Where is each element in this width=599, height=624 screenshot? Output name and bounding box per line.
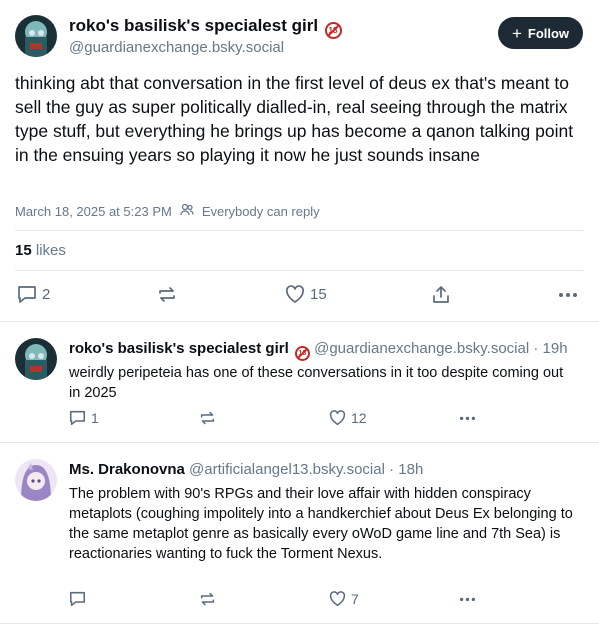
like-count: 7: [351, 591, 359, 607]
likes-stat[interactable]: 15 likes: [15, 242, 66, 259]
divider: [15, 230, 584, 231]
author-handle[interactable]: @guardianexchange.bsky.social: [69, 39, 284, 56]
post-meta: March 18, 2025 at 5:23 PM Everybody can …: [15, 203, 320, 219]
likes-label: likes: [35, 242, 66, 259]
follow-label: Follow: [527, 25, 570, 41]
reply-time[interactable]: · 19h: [533, 340, 567, 357]
more-icon: [459, 597, 476, 602]
reply-author-name[interactable]: Ms. Drakonovna: [69, 461, 185, 478]
plus-icon: +: [511, 23, 522, 43]
post-text: thinking abt that conversation in the fi…: [15, 73, 574, 165]
share-icon: [433, 286, 449, 303]
heart-icon: [329, 410, 346, 426]
reply-time[interactable]: · 18h: [389, 461, 423, 478]
heart-icon: [329, 591, 346, 607]
reply-button[interactable]: 1: [69, 410, 99, 426]
people-icon: [180, 203, 194, 219]
reply-avatar[interactable]: [15, 459, 57, 501]
reply-text: The problem with 90's RPGs and their lov…: [69, 486, 573, 562]
like-button[interactable]: 7: [329, 591, 359, 607]
like-count: 12: [351, 410, 367, 426]
share-button[interactable]: [431, 285, 451, 304]
repost-icon: [200, 592, 215, 606]
repost-button[interactable]: [199, 410, 216, 426]
reply-author-name[interactable]: roko's basilisk's specialest girl: [69, 340, 289, 357]
more-button[interactable]: [458, 591, 477, 607]
repost-icon: [159, 287, 175, 302]
divider: [0, 321, 599, 322]
reply-text: weirdly peripeteia has one of these conv…: [69, 365, 564, 401]
like-count: 15: [310, 286, 327, 303]
likes-count: 15: [15, 242, 32, 259]
reply-author-handle[interactable]: @guardianexchange.bsky.social: [314, 340, 529, 357]
age-restricted-badge: 18: [294, 346, 310, 361]
repost-button[interactable]: [199, 591, 216, 607]
repost-button[interactable]: [157, 285, 177, 304]
more-button[interactable]: [458, 410, 477, 426]
reply-button[interactable]: 2: [17, 285, 50, 304]
post-timestamp[interactable]: March 18, 2025 at 5:23 PM: [15, 204, 172, 219]
reply-button[interactable]: [69, 591, 91, 607]
comment-icon: [70, 410, 85, 426]
reply-avatar[interactable]: [15, 338, 57, 380]
like-button[interactable]: 15: [285, 285, 327, 304]
comment-icon: [18, 286, 36, 303]
more-button[interactable]: [558, 285, 578, 304]
repost-icon: [200, 411, 215, 425]
more-icon: [459, 416, 476, 421]
author-name[interactable]: roko's basilisk's specialest girl: [69, 16, 318, 35]
author-line: roko's basilisk's specialest girl 18: [69, 16, 342, 39]
divider: [0, 442, 599, 443]
comment-icon: [70, 591, 85, 607]
reply-setting[interactable]: Everybody can reply: [202, 204, 320, 219]
age-restricted-badge: 18: [324, 22, 342, 39]
reply-header: roko's basilisk's specialest girl 18 @gu…: [69, 340, 568, 361]
divider: [15, 270, 584, 271]
follow-button[interactable]: + Follow: [498, 17, 583, 49]
main-avatar[interactable]: [15, 15, 57, 57]
reply-author-handle[interactable]: @artificialangel13.bsky.social: [189, 461, 385, 478]
heart-icon: [285, 285, 305, 303]
reply-count: 2: [42, 286, 51, 303]
like-button[interactable]: 12: [329, 410, 367, 426]
reply-count: 1: [91, 410, 99, 426]
reply-header: Ms. Drakonovna @artificialangel13.bsky.s…: [69, 461, 423, 478]
more-icon: [559, 293, 577, 297]
